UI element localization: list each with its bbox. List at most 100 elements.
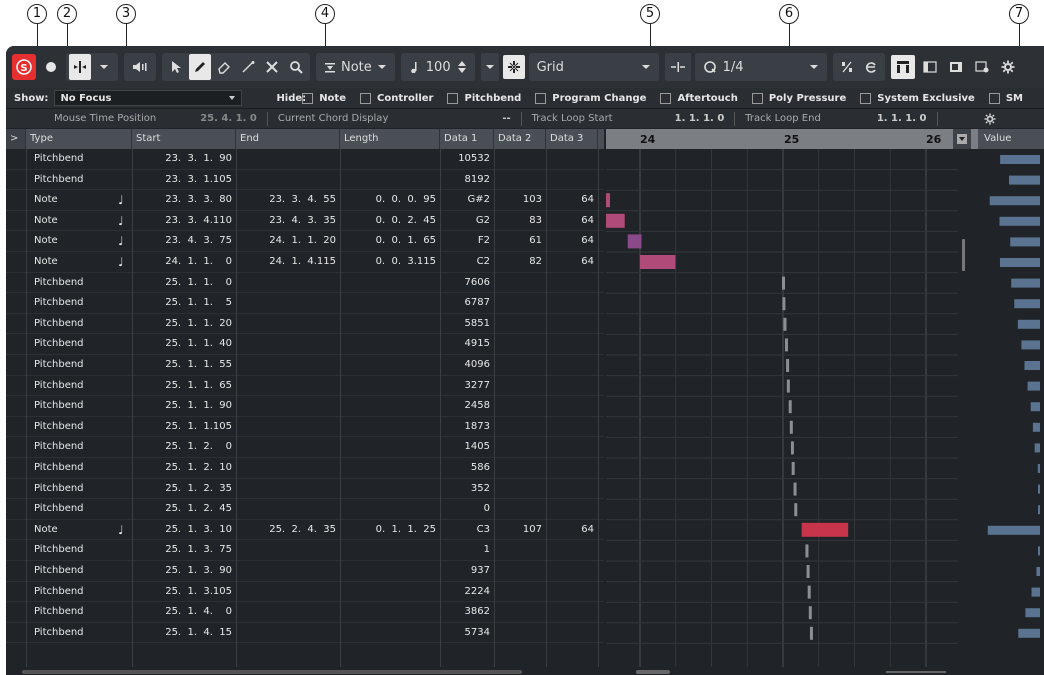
cell-end[interactable] bbox=[236, 396, 336, 416]
cell-d1[interactable]: 4096 bbox=[440, 355, 490, 375]
hide-sm-checkbox[interactable] bbox=[988, 92, 1000, 104]
table-row[interactable]: Pitchbend 25. 1. 2. 45 0 bbox=[6, 499, 604, 520]
cell-d1[interactable]: 7606 bbox=[440, 273, 490, 293]
hide-controller-checkbox[interactable] bbox=[360, 92, 371, 104]
cell-start[interactable]: 23. 3. 1. 90 bbox=[132, 149, 232, 169]
cell-d3[interactable] bbox=[546, 149, 594, 169]
cell-d3[interactable] bbox=[546, 170, 594, 190]
cell-d3[interactable] bbox=[546, 561, 594, 581]
cell-length[interactable] bbox=[340, 582, 436, 602]
cell-d1[interactable]: 2224 bbox=[440, 582, 490, 602]
cell-start[interactable]: 25. 1. 2. 35 bbox=[132, 479, 232, 499]
event-type-select[interactable]: Note bbox=[316, 53, 395, 81]
display-horizontal-scrollbar[interactable] bbox=[636, 670, 670, 674]
cell-start[interactable]: 25. 1. 1. 0 bbox=[132, 273, 232, 293]
cell-end[interactable] bbox=[236, 273, 336, 293]
column-data2[interactable]: Data 2 bbox=[494, 129, 546, 149]
cell-d1[interactable]: 6787 bbox=[440, 293, 490, 313]
cell-type[interactable]: Pitchbend bbox=[34, 561, 124, 581]
cell-length[interactable]: 0. 0. 1. 65 bbox=[340, 231, 436, 251]
cell-type[interactable]: Pitchbend bbox=[34, 499, 124, 519]
cell-start[interactable]: 25. 1. 4. 0 bbox=[132, 602, 232, 622]
cell-start[interactable]: 25. 1. 3.105 bbox=[132, 582, 232, 602]
cell-d2[interactable]: 83 bbox=[494, 211, 542, 231]
table-row[interactable]: Pitchbend 25. 1. 1. 40 4915 bbox=[6, 334, 604, 355]
table-row[interactable]: Pitchbend 25. 1. 1. 65 3277 bbox=[6, 376, 604, 397]
cell-d3[interactable]: 64 bbox=[546, 520, 594, 540]
table-row[interactable]: Note 23. 4. 3. 75 24. 1. 1. 20 0. 0. 1. 65 F… bbox=[6, 231, 604, 252]
cell-d1[interactable]: 5734 bbox=[440, 623, 490, 643]
cell-d3[interactable] bbox=[546, 499, 594, 519]
cell-type[interactable]: Pitchbend bbox=[34, 602, 124, 622]
cell-length[interactable] bbox=[340, 437, 436, 457]
column-data3[interactable]: Data 3 bbox=[546, 129, 598, 149]
cell-start[interactable]: 25. 1. 1. 40 bbox=[132, 334, 232, 354]
cell-d2[interactable] bbox=[494, 437, 542, 457]
table-row[interactable]: Pitchbend 25. 1. 1. 0 7606 bbox=[6, 273, 604, 294]
cell-d3[interactable] bbox=[546, 479, 594, 499]
cell-start[interactable]: 25. 1. 1. 90 bbox=[132, 396, 232, 416]
table-row[interactable]: Pitchbend 25. 1. 4. 15 5734 bbox=[6, 623, 604, 644]
table-row[interactable]: Pitchbend 25. 1. 1. 90 2458 bbox=[6, 396, 604, 417]
iterative-quantize-button[interactable] bbox=[836, 54, 858, 80]
cell-start[interactable]: 25. 1. 1. 65 bbox=[132, 376, 232, 396]
cell-length[interactable]: 0. 0. 2. 45 bbox=[340, 211, 436, 231]
cell-d2[interactable] bbox=[494, 499, 542, 519]
cell-d2[interactable]: 107 bbox=[494, 520, 542, 540]
cell-d2[interactable] bbox=[494, 540, 542, 560]
cell-d1[interactable]: 586 bbox=[440, 458, 490, 478]
cell-type[interactable]: Pitchbend bbox=[34, 396, 124, 416]
cell-d1[interactable]: C2 bbox=[440, 252, 490, 272]
cell-d1[interactable]: 1405 bbox=[440, 437, 490, 457]
cell-length[interactable] bbox=[340, 355, 436, 375]
cell-d1[interactable]: 3277 bbox=[440, 376, 490, 396]
cell-d2[interactable] bbox=[494, 602, 542, 622]
cell-length[interactable] bbox=[340, 561, 436, 581]
cell-d1[interactable]: 1873 bbox=[440, 417, 490, 437]
cell-type[interactable]: Pitchbend bbox=[34, 376, 124, 396]
cell-length[interactable] bbox=[340, 149, 436, 169]
table-row[interactable]: Pitchbend 25. 1. 2. 35 352 bbox=[6, 479, 604, 500]
cell-d2[interactable] bbox=[494, 396, 542, 416]
hide-note-checkbox[interactable] bbox=[302, 92, 314, 104]
cell-start[interactable]: 25. 1. 4. 15 bbox=[132, 623, 232, 643]
cell-end[interactable] bbox=[236, 458, 336, 478]
acoustic-feedback-button[interactable] bbox=[127, 54, 153, 80]
cell-d2[interactable] bbox=[494, 376, 542, 396]
table-row[interactable]: Note 23. 3. 3. 80 23. 3. 4. 55 0. 0. 0. 95 G… bbox=[6, 190, 604, 211]
ruler[interactable]: 24 25 26 bbox=[606, 129, 978, 149]
cell-type[interactable]: Pitchbend bbox=[34, 355, 124, 375]
cell-start[interactable]: 25. 1. 1. 5 bbox=[132, 293, 232, 313]
cell-d3[interactable]: 64 bbox=[546, 211, 594, 231]
snap-toggle[interactable] bbox=[502, 55, 525, 79]
table-row[interactable]: Pitchbend 25. 1. 2. 0 1405 bbox=[6, 437, 604, 458]
cell-d3[interactable] bbox=[546, 334, 594, 354]
cell-d2[interactable] bbox=[494, 582, 542, 602]
record-button[interactable] bbox=[40, 54, 62, 80]
cell-d2[interactable]: 82 bbox=[494, 252, 542, 272]
solo-button[interactable]: S bbox=[12, 54, 36, 80]
expand-inspector-button[interactable]: > bbox=[6, 129, 26, 149]
cell-end[interactable] bbox=[236, 540, 336, 560]
cell-type[interactable]: Note bbox=[34, 252, 124, 272]
cell-start[interactable]: 25. 1. 2. 10 bbox=[132, 458, 232, 478]
cell-type[interactable]: Pitchbend bbox=[34, 623, 124, 643]
cell-d2[interactable]: 103 bbox=[494, 190, 542, 210]
cell-d3[interactable] bbox=[546, 602, 594, 622]
table-row[interactable]: Pitchbend 25. 1. 3.105 2224 bbox=[6, 582, 604, 603]
cell-length[interactable] bbox=[340, 376, 436, 396]
status-line-gear-icon[interactable] bbox=[984, 113, 996, 125]
cell-d3[interactable] bbox=[546, 458, 594, 478]
cell-type[interactable]: Note bbox=[34, 520, 124, 540]
cell-length[interactable] bbox=[340, 602, 436, 622]
cell-d3[interactable]: 64 bbox=[546, 231, 594, 251]
cell-d1[interactable]: 352 bbox=[440, 479, 490, 499]
cell-length[interactable]: 0. 1. 1. 25 bbox=[340, 520, 436, 540]
mute-tool[interactable] bbox=[261, 54, 283, 80]
column-length[interactable]: Length bbox=[340, 129, 440, 149]
draw-tool[interactable] bbox=[189, 54, 211, 80]
cell-type[interactable]: Pitchbend bbox=[34, 458, 124, 478]
cell-d3[interactable] bbox=[546, 376, 594, 396]
cell-d1[interactable]: 2458 bbox=[440, 396, 490, 416]
cell-d1[interactable]: 0 bbox=[440, 499, 490, 519]
